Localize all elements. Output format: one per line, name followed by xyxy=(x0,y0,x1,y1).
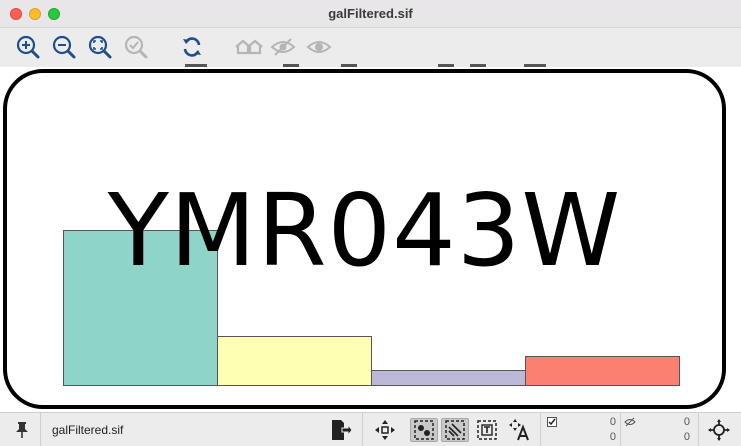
network-node[interactable]: YMR043W xyxy=(3,69,726,409)
zoom-selected-icon[interactable] xyxy=(123,34,149,60)
selected-checkbox-icon xyxy=(546,416,558,428)
zoom-fit-icon[interactable] xyxy=(87,34,113,60)
status-separator xyxy=(698,413,699,446)
zoom-in-icon[interactable] xyxy=(15,34,41,60)
toolbar xyxy=(0,28,741,67)
status-file-name: galFiltered.sif xyxy=(52,423,124,437)
refresh-icon[interactable] xyxy=(179,34,205,60)
select-nodes-icon[interactable] xyxy=(410,418,438,442)
chart-bar xyxy=(217,336,372,386)
window-title: galFiltered.sif xyxy=(328,6,413,21)
network-canvas[interactable]: YMR043W xyxy=(0,67,741,412)
hidden-nodes-count: 0 xyxy=(683,416,690,428)
title-bar: galFiltered.sif xyxy=(0,0,741,28)
select-edges-icon[interactable] xyxy=(441,418,469,442)
layout-icon[interactable] xyxy=(373,418,397,442)
pin-icon[interactable] xyxy=(10,418,34,442)
select-annotations-icon[interactable] xyxy=(475,418,499,442)
chart-bar xyxy=(525,356,680,386)
zoom-out-icon[interactable] xyxy=(51,34,77,60)
hidden-eye-icon xyxy=(623,416,637,428)
status-separator xyxy=(540,413,541,446)
node-label: YMR043W xyxy=(107,172,622,289)
app-window: galFiltered.sif YMR043W galFiltered.sif … xyxy=(0,0,741,446)
status-bar: galFiltered.sif 0 0 0 0 xyxy=(0,412,741,446)
chart-bar xyxy=(371,370,526,386)
selected-nodes-count: 0 xyxy=(609,416,616,428)
status-separator xyxy=(362,413,363,446)
hidden-edges-count: 0 xyxy=(683,431,690,443)
selected-edges-count: 0 xyxy=(609,431,616,443)
status-separator xyxy=(620,413,621,446)
annotation-text-icon[interactable] xyxy=(508,418,532,442)
hide-icon[interactable] xyxy=(270,34,296,60)
home-icon[interactable] xyxy=(234,34,264,60)
navigator-icon[interactable] xyxy=(707,418,731,442)
export-icon[interactable] xyxy=(329,418,353,442)
status-separator xyxy=(40,413,41,446)
show-icon[interactable] xyxy=(306,34,332,60)
